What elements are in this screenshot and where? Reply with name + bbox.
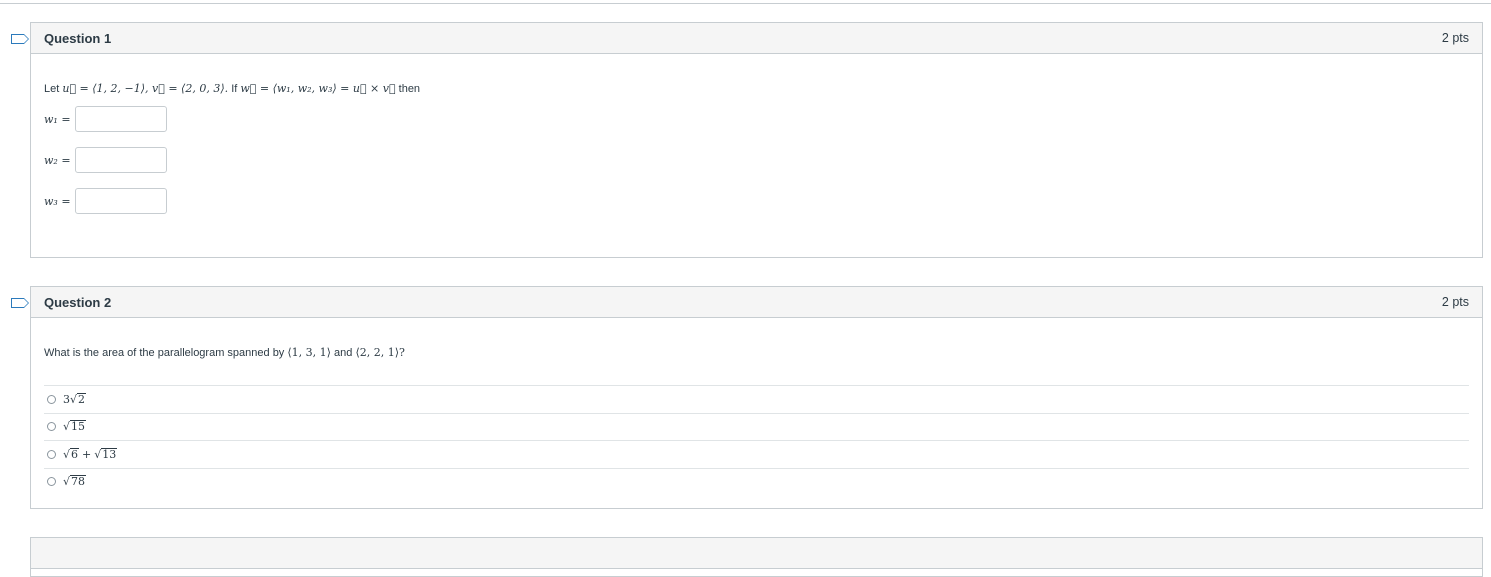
- prompt-math: u⃗ = ⟨1, 2, −1⟩, v⃗ = ⟨2, 0, 3⟩.: [62, 82, 229, 95]
- question-3-header: [31, 538, 1482, 569]
- plus-sign: +: [82, 447, 92, 461]
- radio-unchecked-icon[interactable]: [47, 394, 56, 404]
- question-2-card: Question 2 2 pts What is the area of the…: [11, 286, 1483, 509]
- sqrt-expression: √ 13: [94, 447, 118, 461]
- choice-coefficient: 3: [63, 392, 70, 406]
- prompt-text: then: [398, 83, 421, 95]
- radicand: 2: [77, 392, 87, 406]
- answer-row-w3: w₃ =: [44, 188, 167, 214]
- prompt-math: ⟨2, 2, 1⟩?: [355, 346, 405, 359]
- radicand: 15: [70, 420, 87, 434]
- answer-choice-4[interactable]: √ 78: [44, 467, 1469, 496]
- field-label: w₂ =: [44, 153, 71, 167]
- flag-question-icon[interactable]: [11, 298, 29, 308]
- sqrt-expression: √ 15: [63, 420, 87, 434]
- answer-choice-3[interactable]: √ 6 + √ 13: [44, 440, 1469, 468]
- w3-input[interactable]: [75, 188, 167, 214]
- w1-input[interactable]: [75, 106, 167, 132]
- answer-choices: 3 √ 2 √ 15 √ 6 + √ 13 √ 78: [44, 385, 1469, 495]
- prompt-math: ⟨1, 3, 1⟩: [287, 346, 331, 359]
- radio-unchecked-icon[interactable]: [47, 422, 56, 432]
- radio-unchecked-icon[interactable]: [47, 477, 56, 487]
- radicand: 78: [70, 475, 87, 489]
- question-1-card: Question 1 2 pts Let u⃗ = ⟨1, 2, −1⟩, v⃗…: [11, 22, 1483, 258]
- flag-question-icon[interactable]: [11, 34, 29, 44]
- question-1-header: Question 1 2 pts: [31, 23, 1482, 54]
- field-label: w₁ =: [44, 112, 71, 126]
- question-points: 2 pts: [1441, 31, 1469, 45]
- sqrt-expression: √ 2: [70, 392, 87, 406]
- answer-row-w1: w₁ =: [44, 106, 167, 132]
- top-divider: [0, 3, 1491, 4]
- w2-input[interactable]: [75, 147, 167, 173]
- prompt-math: w⃗ = ⟨w₁, w₂, w₃⟩ = u⃗ × v⃗: [240, 82, 396, 95]
- prompt-text: and: [334, 347, 353, 359]
- answer-choice-2[interactable]: √ 15: [44, 412, 1469, 441]
- question-2-prompt: What is the area of the parallelogram sp…: [44, 346, 405, 359]
- answer-choice-1[interactable]: 3 √ 2: [44, 385, 1469, 413]
- answer-row-w2: w₂ =: [44, 147, 167, 173]
- radio-unchecked-icon[interactable]: [47, 449, 56, 459]
- question-3-card: [30, 537, 1483, 577]
- prompt-text: If: [231, 83, 238, 95]
- question-1-prompt: Let u⃗ = ⟨1, 2, −1⟩, v⃗ = ⟨2, 0, 3⟩. If …: [44, 82, 420, 95]
- sqrt-expression: √ 78: [63, 475, 87, 489]
- radicand: 6: [70, 447, 80, 461]
- radicand: 13: [101, 447, 118, 461]
- field-label: w₃ =: [44, 194, 71, 208]
- question-2-header: Question 2 2 pts: [31, 287, 1482, 318]
- prompt-text: Let: [44, 83, 60, 95]
- question-title: Question 2: [44, 294, 112, 310]
- question-title: Question 1: [44, 30, 112, 46]
- sqrt-expression: √ 6: [63, 447, 80, 461]
- prompt-text: What is the area of the parallelogram sp…: [44, 347, 285, 359]
- question-points: 2 pts: [1441, 295, 1469, 309]
